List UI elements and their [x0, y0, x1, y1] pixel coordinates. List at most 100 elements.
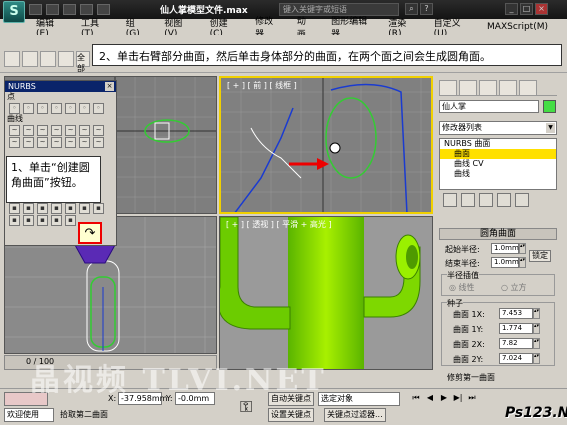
open-file-icon[interactable]	[46, 4, 59, 15]
viewport-front[interactable]: [ + ] [ 前 ] [ 线框 ]	[219, 76, 433, 214]
surface-icon[interactable]: ▪	[37, 202, 48, 214]
key-filter-select[interactable]: 选定对象	[318, 392, 400, 406]
point-icon[interactable]: ◦	[23, 102, 34, 114]
new-file-icon[interactable]	[29, 4, 42, 15]
curve-icon[interactable]: ~	[9, 124, 20, 136]
viewport-perspective[interactable]: [ + ] [ 透视 ] [ 平滑 + 高光 ]	[219, 216, 433, 370]
point-icon[interactable]: ◦	[51, 102, 62, 114]
menu-maxscript[interactable]: MAXScript(M)	[487, 22, 548, 32]
curve-icon[interactable]: ~	[37, 124, 48, 136]
fillet-surface-rollout-title[interactable]: 圆角曲面	[439, 228, 557, 240]
radio-cubic[interactable]: ○ 立方	[501, 282, 527, 293]
stack-item-curve-cv[interactable]: 曲线 CV	[440, 159, 556, 169]
curve-icon[interactable]: ~	[79, 136, 90, 148]
modifier-stack[interactable]: NURBS 曲面 曲面 曲线 CV 曲线	[439, 138, 557, 190]
stack-item-curve[interactable]: 曲线	[440, 169, 556, 179]
auto-key-button[interactable]: 自动关键点	[268, 392, 314, 406]
end-radius-spinner[interactable]: ▴▾	[519, 257, 526, 268]
seed-1y-field[interactable]: 1.774	[499, 323, 533, 334]
close-icon[interactable]: ×	[105, 82, 114, 91]
create-fillet-surface-button[interactable]: ↷	[78, 222, 102, 244]
close-icon[interactable]: ×	[535, 3, 548, 15]
stack-item-nurbs-surface[interactable]: NURBS 曲面	[440, 139, 556, 149]
point-icon[interactable]: ◦	[93, 102, 104, 114]
maxscript-listener[interactable]	[4, 392, 48, 406]
surface-icon[interactable]: ▪	[9, 202, 20, 214]
welcome-field[interactable]: 欢迎使用	[4, 408, 54, 422]
maximize-icon[interactable]: □	[520, 3, 533, 15]
seed-2x-spinner[interactable]: ▴▾	[533, 338, 540, 349]
app-logo-icon[interactable]: S	[3, 0, 25, 23]
go-to-start-icon[interactable]: ⏮	[410, 392, 422, 404]
play-icon[interactable]: ▶	[438, 392, 450, 404]
seed-1y-spinner[interactable]: ▴▾	[533, 323, 540, 334]
seed-1x-spinner[interactable]: ▴▾	[533, 308, 540, 319]
chevron-down-icon[interactable]: ▼	[546, 123, 555, 133]
surface-icon[interactable]: ▪	[37, 214, 48, 226]
redo-button[interactable]	[22, 51, 38, 67]
surface-icon[interactable]: ▪	[51, 202, 62, 214]
curve-icon[interactable]: ~	[93, 136, 104, 148]
tab-create[interactable]	[439, 80, 457, 96]
curve-icon[interactable]: ~	[9, 136, 20, 148]
surface-icon[interactable]: ▪	[9, 214, 20, 226]
lock-radius-button[interactable]: 锁定	[529, 250, 551, 262]
redo-icon[interactable]	[97, 4, 110, 15]
seed-2x-field[interactable]: 7.82	[499, 338, 533, 349]
surface-icon[interactable]: ▪	[51, 214, 62, 226]
surface-icon[interactable]: ▪	[65, 202, 76, 214]
point-icon[interactable]: ◦	[79, 102, 90, 114]
tab-hierarchy[interactable]	[479, 80, 497, 96]
pin-stack-icon[interactable]	[443, 193, 457, 207]
point-icon[interactable]: ◦	[65, 102, 76, 114]
modifier-list-dropdown[interactable]: 修改器列表 ▼	[439, 121, 557, 135]
selection-filter-dropdown[interactable]: 全部	[76, 51, 90, 73]
curve-icon[interactable]: ~	[51, 136, 62, 148]
undo-button[interactable]	[4, 51, 20, 67]
make-unique-icon[interactable]	[479, 193, 493, 207]
object-color-swatch[interactable]	[543, 100, 556, 113]
go-to-end-icon[interactable]: ⏭	[466, 392, 478, 404]
search-icon[interactable]: ⌕	[405, 3, 418, 15]
curve-icon[interactable]: ~	[79, 124, 90, 136]
minimize-icon[interactable]: _	[505, 3, 518, 15]
tab-modify[interactable]	[459, 80, 477, 96]
y-coordinate-field[interactable]: -0.0mm	[175, 392, 215, 405]
key-filters-button[interactable]: 关键点过滤器...	[324, 408, 386, 422]
configure-sets-icon[interactable]	[515, 193, 529, 207]
curve-icon[interactable]: ~	[65, 124, 76, 136]
undo-icon[interactable]	[80, 4, 93, 15]
help-icon[interactable]: ?	[420, 3, 433, 15]
curve-icon[interactable]: ~	[37, 136, 48, 148]
start-radius-spinner[interactable]: ▴▾	[519, 243, 526, 254]
save-file-icon[interactable]	[63, 4, 76, 15]
surface-icon[interactable]: ▪	[93, 202, 104, 214]
stack-item-surface[interactable]: 曲面	[440, 149, 556, 159]
curve-icon[interactable]: ~	[65, 136, 76, 148]
seed-2y-field[interactable]: 7.024	[499, 353, 533, 364]
x-coordinate-field[interactable]: -37.958mm	[118, 392, 167, 405]
unlink-button[interactable]	[58, 51, 74, 67]
remove-modifier-icon[interactable]	[497, 193, 511, 207]
start-radius-field[interactable]: 1.0mm	[491, 243, 519, 254]
set-key-button[interactable]: 设置关键点	[268, 408, 314, 422]
key-icon[interactable]: ⚿	[240, 397, 252, 417]
curve-icon[interactable]: ~	[93, 124, 104, 136]
tab-motion[interactable]	[499, 80, 517, 96]
surface-icon[interactable]: ▪	[79, 202, 90, 214]
surface-icon[interactable]: ▪	[23, 214, 34, 226]
viewport-perspective-label[interactable]: [ + ] [ 透视 ] [ 平滑 + 高光 ]	[226, 219, 332, 230]
link-button[interactable]	[40, 51, 56, 67]
point-icon[interactable]: ◦	[37, 102, 48, 114]
show-end-result-icon[interactable]	[461, 193, 475, 207]
previous-frame-icon[interactable]: ◀	[424, 392, 436, 404]
tab-display[interactable]	[519, 80, 537, 96]
seed-2y-spinner[interactable]: ▴▾	[533, 353, 540, 364]
curve-icon[interactable]: ~	[23, 136, 34, 148]
viewport-front-label[interactable]: [ + ] [ 前 ] [ 线框 ]	[227, 80, 297, 91]
object-name-field[interactable]: 仙人掌	[439, 100, 539, 113]
curve-icon[interactable]: ~	[23, 124, 34, 136]
seed-1x-field[interactable]: 7.453	[499, 308, 533, 319]
end-radius-field[interactable]: 1.0mm	[491, 257, 519, 268]
next-frame-icon[interactable]: ▶|	[452, 392, 464, 404]
